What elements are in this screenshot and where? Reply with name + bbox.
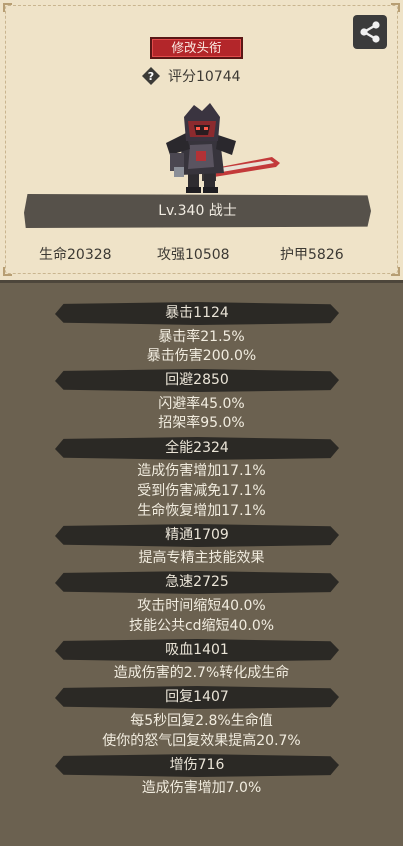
- hero-sprite: [166, 103, 280, 193]
- share-icon: [360, 21, 380, 43]
- stat-header-damage-bonus: 增伤716: [55, 754, 339, 777]
- panel-corner: [391, 3, 400, 12]
- armor-stat: 护甲5826: [280, 247, 344, 263]
- panel-corner: [3, 3, 12, 12]
- stat-line: 闪避率45.0%: [158, 396, 245, 412]
- panel-corner: [391, 267, 400, 276]
- stat-line: 暴击率21.5%: [158, 329, 245, 345]
- base-stats-row: 生命20328 攻强10508 护甲5826: [0, 244, 403, 264]
- help-icon[interactable]: ?: [142, 67, 160, 85]
- stat-line: 造成伤害的2.7%转化成生命: [113, 665, 290, 681]
- stat-header-regen: 回复1407: [55, 686, 339, 709]
- stat-line: 攻击时间缩短40.0%: [137, 598, 266, 614]
- stat-header-dodge: 回避2850: [55, 369, 339, 392]
- stat-line: 暴击伤害200.0%: [146, 348, 257, 364]
- character-panel: 修改头衔 ? 评分10744 Lv.340 战士 生命20328 攻强10508…: [0, 0, 403, 283]
- stat-line: 提高专精主技能效果: [138, 550, 265, 566]
- stat-line: 生命恢复增加17.1%: [137, 503, 266, 519]
- stat-header-crit: 暴击1124: [55, 302, 339, 325]
- score-row: ? 评分10744: [142, 66, 241, 86]
- hp-stat: 生命20328: [39, 247, 112, 263]
- stat-line: 使你的怒气回复效果提高20.7%: [102, 733, 301, 749]
- panel-corner: [3, 267, 12, 276]
- stat-line: 造成伤害增加17.1%: [137, 463, 266, 479]
- stat-header-versatility: 全能2324: [55, 437, 339, 460]
- stat-line: 造成伤害增加7.0%: [141, 780, 262, 796]
- attack-stat: 攻强10508: [157, 247, 230, 263]
- stat-header-haste: 急速2725: [55, 571, 339, 594]
- stat-line: 每5秒回复2.8%生命值: [130, 713, 273, 729]
- stat-line: 技能公共cd缩短40.0%: [128, 618, 275, 634]
- level-class-bar: Lv.340 战士: [24, 194, 371, 228]
- share-button[interactable]: [353, 15, 387, 49]
- stat-line: 招架率95.0%: [158, 415, 245, 431]
- stat-header-lifesteal: 吸血1401: [55, 639, 339, 662]
- stat-header-mastery: 精通1709: [55, 524, 339, 547]
- score-text: 评分10744: [168, 69, 241, 85]
- svg-text:?: ?: [148, 70, 154, 83]
- stat-line: 受到伤害减免17.1%: [137, 483, 266, 499]
- edit-title-button[interactable]: 修改头衔: [150, 37, 243, 59]
